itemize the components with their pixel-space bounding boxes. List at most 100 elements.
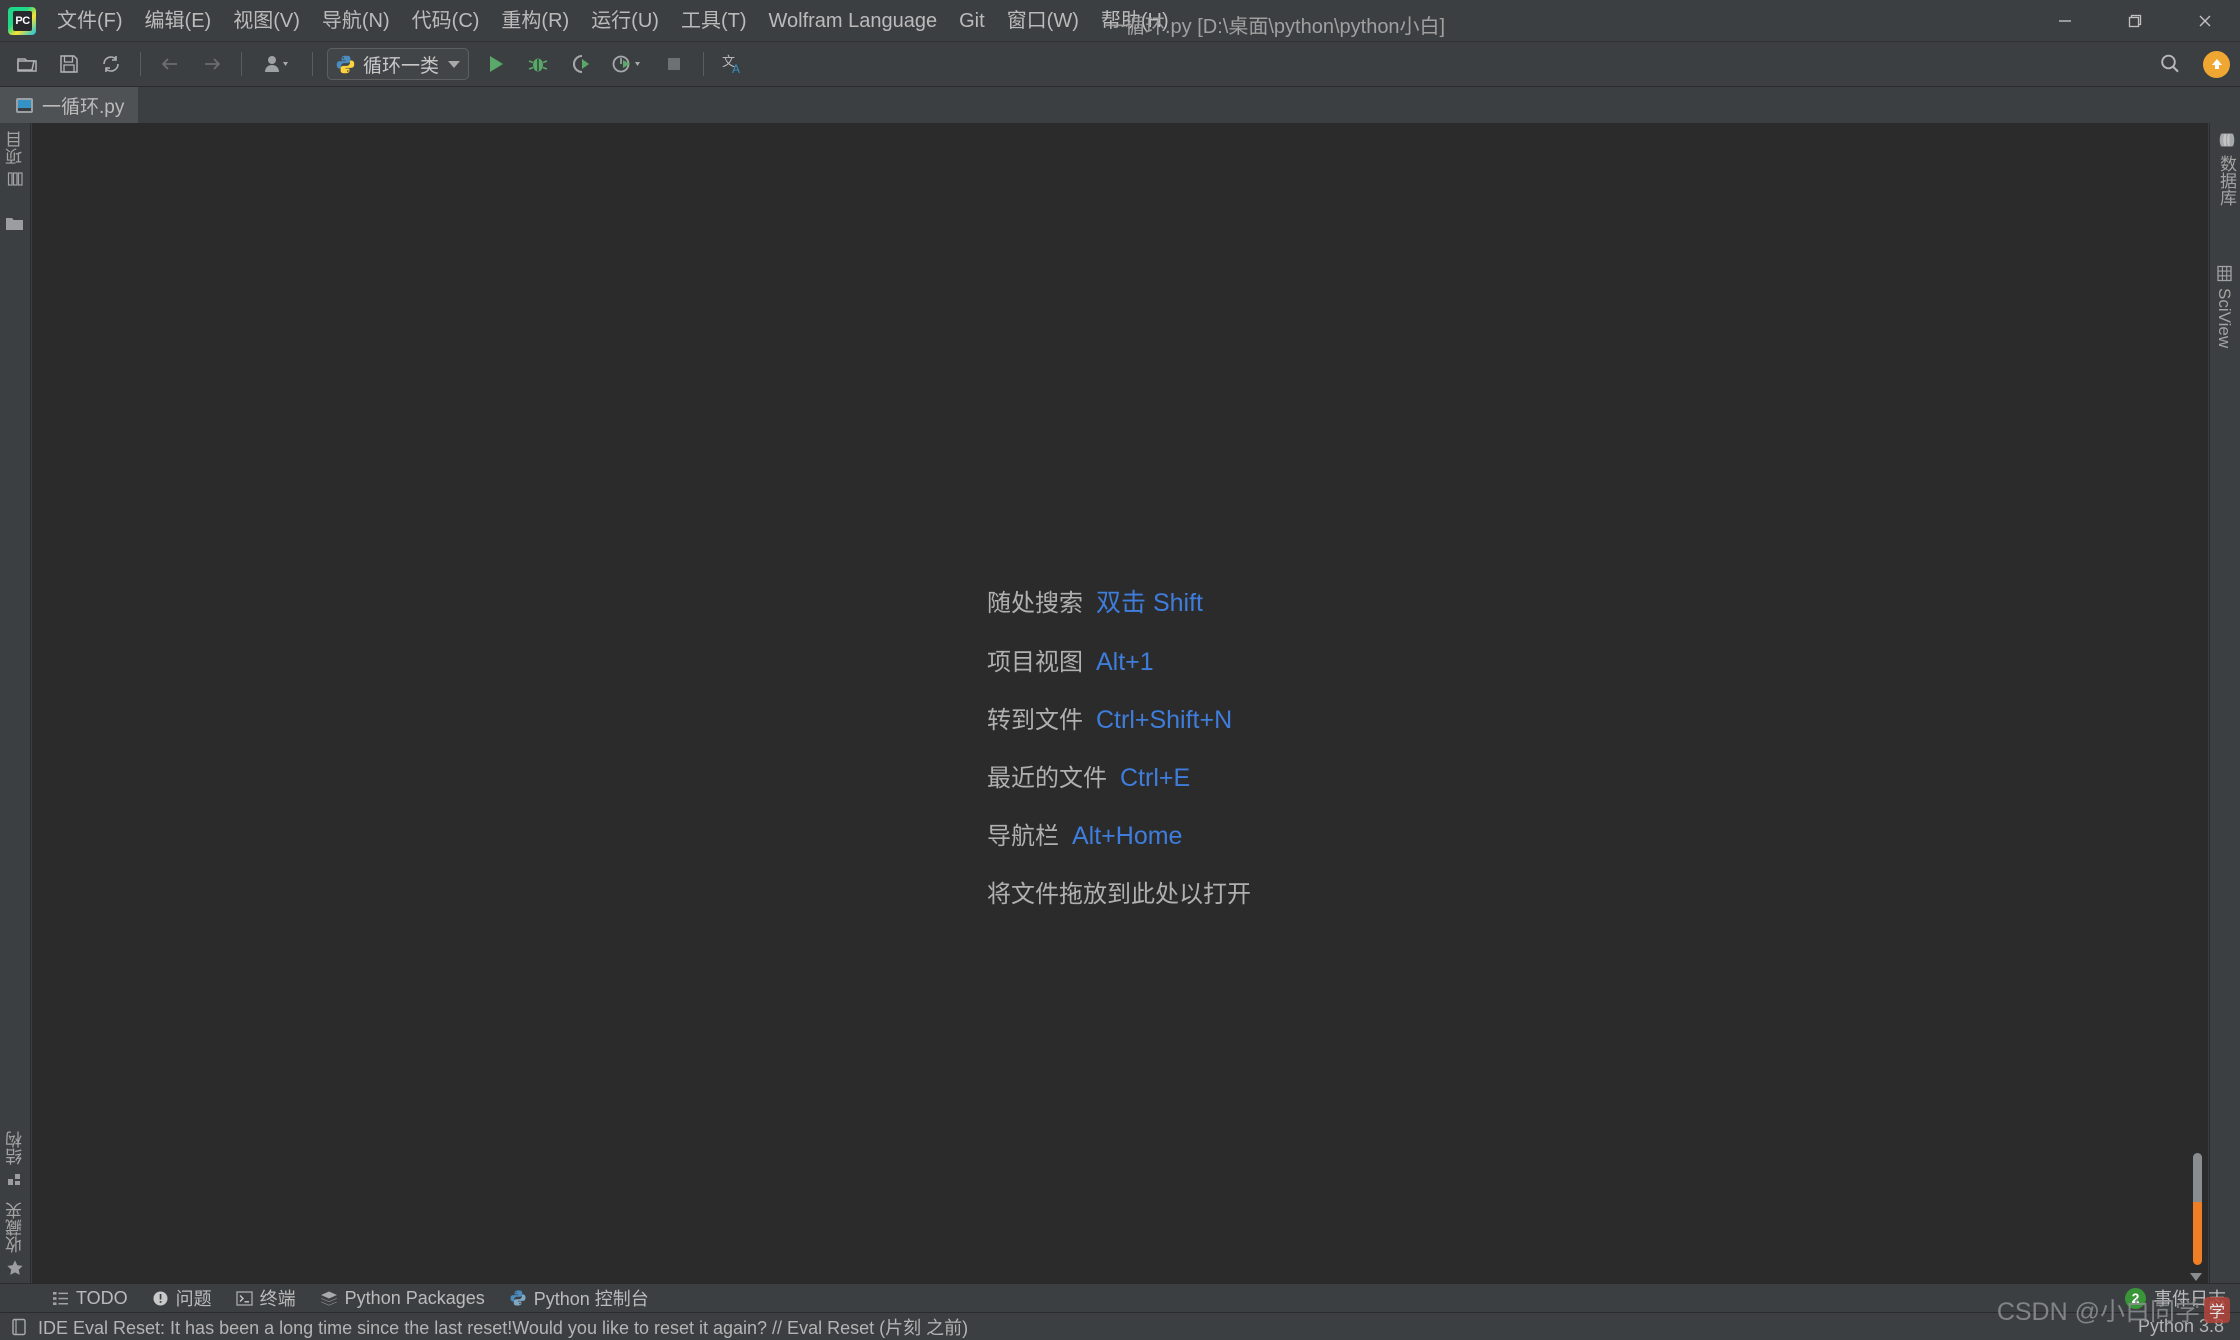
menu-file[interactable]: 文件(F) bbox=[46, 5, 134, 37]
event-log-button[interactable]: 2 事件日志 bbox=[2125, 1285, 2226, 1311]
menu-refactor[interactable]: 重构(R) bbox=[490, 5, 580, 37]
menu-wolfram-language[interactable]: Wolfram Language bbox=[758, 5, 949, 37]
terminal-icon bbox=[235, 1290, 253, 1306]
open-folder-icon[interactable] bbox=[10, 47, 44, 81]
bottom-tool-window-bar: TODO 问题 终端 Python Packages Python 控制台 2 … bbox=[0, 1283, 2240, 1312]
python-icon bbox=[510, 1290, 526, 1306]
close-button[interactable] bbox=[2170, 0, 2240, 42]
hint-label: 将文件拖放到此处以打开 bbox=[987, 881, 1251, 908]
tool-window-python-console-label: Python 控制台 bbox=[533, 1289, 649, 1309]
tool-window-sciview-label: SciView bbox=[2215, 288, 2234, 349]
hint-shortcut: Ctrl+Shift+N bbox=[1096, 706, 1233, 734]
tool-window-favorites[interactable]: 收藏夹 bbox=[3, 1202, 28, 1277]
status-bar-right: Python 3.8 bbox=[2138, 1316, 2224, 1337]
editor-tab-bar: 一循环.py bbox=[0, 87, 2240, 123]
menu-run[interactable]: 运行(U) bbox=[580, 5, 670, 37]
star-icon bbox=[7, 1260, 24, 1275]
menu-code[interactable]: 代码(C) bbox=[401, 5, 491, 37]
stop-button[interactable] bbox=[657, 47, 691, 81]
hint-shortcut: Ctrl+E bbox=[1120, 764, 1191, 792]
toolbar-divider bbox=[140, 52, 141, 76]
editor-scrollbar[interactable] bbox=[2193, 1153, 2202, 1265]
tool-window-python-packages-label: Python Packages bbox=[344, 1287, 485, 1308]
profile-button[interactable] bbox=[605, 47, 649, 81]
search-icon[interactable] bbox=[2153, 47, 2187, 81]
restore-button[interactable] bbox=[2100, 0, 2170, 42]
scroll-down-arrow-icon[interactable] bbox=[2190, 1273, 2202, 1281]
tool-window-sciview[interactable]: SciView bbox=[2214, 265, 2234, 348]
scrollbar-thumb-lower bbox=[2193, 1202, 2202, 1265]
tool-window-todo-label: TODO bbox=[76, 1287, 128, 1308]
editor-tab[interactable]: 一循环.py bbox=[0, 87, 139, 123]
tool-window-terminal-label: 终端 bbox=[259, 1289, 296, 1309]
toolbar-divider bbox=[241, 52, 242, 76]
tool-window-terminal[interactable]: 终端 bbox=[224, 1283, 308, 1313]
title-bar: PC 文件(F) 编辑(E) 视图(V) 导航(N) 代码(C) 重构(R) 运… bbox=[0, 0, 2240, 42]
tool-window-favorites-label: 收藏夹 bbox=[6, 1202, 25, 1253]
back-arrow-icon[interactable] bbox=[153, 47, 187, 81]
minimize-button[interactable] bbox=[2030, 0, 2100, 42]
debug-button[interactable] bbox=[521, 47, 555, 81]
tool-window-database-label: 数据库 bbox=[2217, 155, 2236, 206]
chevron-down-icon[interactable] bbox=[448, 60, 461, 68]
scrollbar-thumb-upper bbox=[2193, 1153, 2202, 1203]
translate-icon[interactable]: 文 A bbox=[716, 47, 750, 81]
run-button[interactable] bbox=[479, 47, 513, 81]
toolbar-right-group bbox=[2149, 47, 2230, 81]
pycharm-window: PC 文件(F) 编辑(E) 视图(V) 导航(N) 代码(C) 重构(R) 运… bbox=[0, 0, 2240, 1340]
python-interpreter-status[interactable]: Python 3.8 bbox=[2138, 1316, 2224, 1337]
profile-user-icon[interactable] bbox=[254, 47, 300, 81]
pycharm-logo-text: PC bbox=[13, 10, 32, 31]
hint-go-to-file: 转到文件 Ctrl+Shift+N bbox=[987, 700, 1251, 735]
menu-bar: 文件(F) 编辑(E) 视图(V) 导航(N) 代码(C) 重构(R) 运行(U… bbox=[46, 0, 1180, 42]
menu-window[interactable]: 窗口(W) bbox=[996, 5, 1090, 37]
svg-text:A: A bbox=[732, 62, 740, 75]
main-toolbar: 循环一类 文 A bbox=[0, 42, 2240, 87]
hint-label: 导航栏 bbox=[987, 823, 1059, 850]
pycharm-logo-icon: PC bbox=[8, 6, 36, 35]
hint-navigation-bar: 导航栏 Alt+Home bbox=[987, 816, 1251, 851]
forward-arrow-icon[interactable] bbox=[195, 47, 229, 81]
hint-shortcut: 双击 Shift bbox=[1096, 589, 1203, 617]
menu-view[interactable]: 视图(V) bbox=[222, 5, 311, 37]
save-icon[interactable] bbox=[52, 47, 86, 81]
tool-window-todo[interactable]: TODO bbox=[40, 1286, 140, 1311]
menu-edit[interactable]: 编辑(E) bbox=[134, 5, 223, 37]
editor-empty-area[interactable]: 随处搜索 双击 Shift 项目视图 Alt+1 转到文件 Ctrl+Shift… bbox=[32, 123, 2208, 1283]
menu-tools[interactable]: 工具(T) bbox=[670, 5, 758, 37]
sync-icon[interactable] bbox=[94, 47, 128, 81]
run-with-coverage-button[interactable] bbox=[563, 47, 597, 81]
window-controls bbox=[2030, 0, 2240, 42]
update-available-button[interactable] bbox=[2203, 50, 2230, 78]
tool-window-structure-label: 结构 bbox=[6, 1131, 25, 1165]
tool-window-database[interactable]: 数据库 bbox=[2214, 131, 2239, 206]
toolbar-divider bbox=[312, 52, 313, 76]
event-log-badge: 2 bbox=[2125, 1287, 2146, 1309]
tool-window-python-console[interactable]: Python 控制台 bbox=[497, 1283, 661, 1313]
hint-label: 随处搜索 bbox=[987, 590, 1083, 617]
run-configuration-selector[interactable]: 循环一类 bbox=[327, 48, 470, 80]
list-icon bbox=[53, 1291, 68, 1305]
window-title: 一循环.py [D:\桌面\python\python小白] bbox=[1105, 16, 1446, 38]
python-file-icon bbox=[16, 97, 33, 113]
hint-project-view: 项目视图 Alt+1 bbox=[987, 642, 1251, 677]
tool-window-python-packages[interactable]: Python Packages bbox=[308, 1286, 497, 1311]
run-configuration-label: 循环一类 bbox=[363, 55, 440, 77]
hint-shortcut: Alt+Home bbox=[1072, 822, 1183, 850]
status-bar: IDE Eval Reset: It has been a long time … bbox=[0, 1312, 2240, 1340]
tool-window-problems[interactable]: 问题 bbox=[140, 1283, 224, 1313]
editor-hint-list: 随处搜索 双击 Shift 项目视图 Alt+1 转到文件 Ctrl+Shift… bbox=[987, 583, 1251, 909]
editor-tab-label: 一循环.py bbox=[42, 96, 125, 118]
folder-icon bbox=[6, 218, 23, 230]
tool-window-project[interactable]: 项目 bbox=[3, 131, 28, 188]
hint-shortcut: Alt+1 bbox=[1096, 648, 1154, 676]
warning-icon bbox=[153, 1291, 168, 1305]
tool-window-structure[interactable]: 结构 bbox=[3, 1131, 28, 1187]
menu-navigate[interactable]: 导航(N) bbox=[311, 5, 401, 37]
hint-drop-files: 将文件拖放到此处以打开 bbox=[987, 874, 1251, 909]
tool-window-folder[interactable] bbox=[5, 215, 24, 232]
status-message[interactable]: IDE Eval Reset: It has been a long time … bbox=[38, 1314, 968, 1340]
project-icon bbox=[7, 172, 23, 186]
hint-label: 转到文件 bbox=[987, 707, 1083, 734]
menu-git[interactable]: Git bbox=[948, 5, 996, 37]
